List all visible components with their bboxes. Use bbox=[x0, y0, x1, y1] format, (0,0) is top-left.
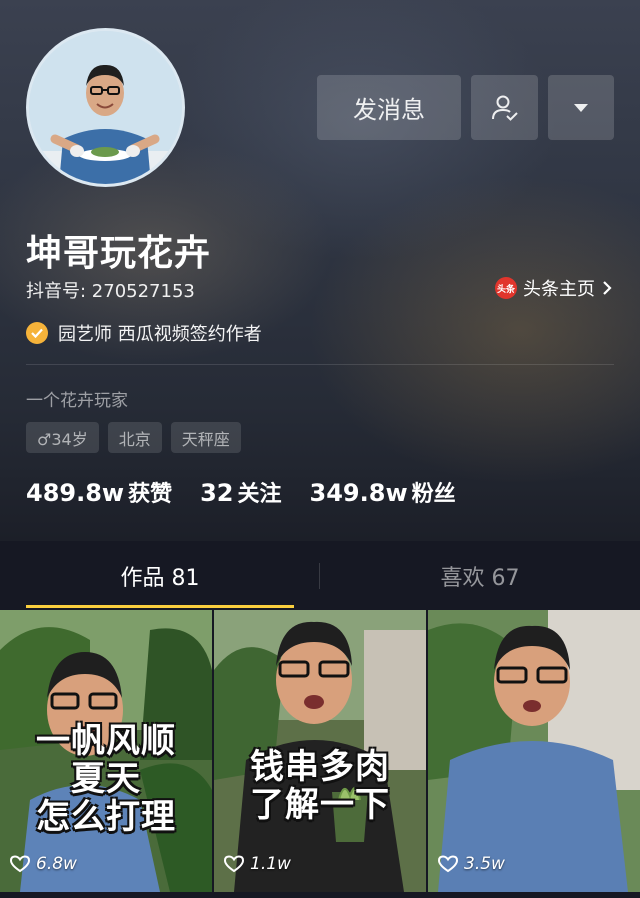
video-thumbnail[interactable]: 钱串多肉 了解一下 1.1w bbox=[214, 610, 426, 892]
heart-icon bbox=[224, 855, 244, 873]
like-count-text: 3.5w bbox=[464, 854, 505, 874]
video-thumbnail[interactable]: 3.5w bbox=[428, 610, 640, 892]
stat-value: 489.8w bbox=[26, 479, 125, 507]
tab-works[interactable]: 作品 81 bbox=[0, 541, 320, 610]
heart-icon bbox=[10, 855, 30, 873]
send-message-button[interactable]: 发消息 bbox=[317, 75, 461, 140]
chevron-right-icon bbox=[603, 281, 612, 295]
toutiao-homepage-link[interactable]: 头条 头条主页 bbox=[495, 275, 612, 301]
video-caption-line: 夏天 bbox=[71, 759, 141, 799]
verification-text: 园艺师 西瓜视频签约作者 bbox=[58, 324, 262, 345]
tag-location: 北京 bbox=[107, 422, 162, 453]
stat-following[interactable]: 32 关注 bbox=[200, 476, 281, 508]
video-thumbnail[interactable]: 一帆风顺 夏天 怎么打理 6.8w bbox=[0, 610, 212, 892]
video-like-count: 6.8w bbox=[10, 854, 77, 874]
stat-label: 关注 bbox=[237, 482, 282, 507]
video-like-count: 3.5w bbox=[438, 854, 505, 874]
send-message-label: 发消息 bbox=[353, 96, 425, 124]
tag-zodiac: 天秤座 bbox=[170, 422, 241, 453]
stat-followers[interactable]: 349.8w 粉丝 bbox=[310, 476, 456, 508]
stat-label: 获赞 bbox=[128, 482, 173, 507]
profile-stats: 489.8w 获赞 32 关注 349.8w 粉丝 bbox=[26, 476, 484, 508]
like-count-text: 6.8w bbox=[36, 854, 77, 874]
verification-badge: 园艺师 西瓜视频签约作者 bbox=[26, 320, 262, 346]
toutiao-link-label: 头条主页 bbox=[523, 279, 595, 300]
tab-likes[interactable]: 喜欢 67 bbox=[320, 541, 640, 610]
more-options-button[interactable] bbox=[548, 75, 614, 140]
user-check-icon bbox=[491, 95, 518, 121]
video-caption-line: 钱串多肉 bbox=[250, 747, 390, 787]
active-tab-indicator bbox=[26, 605, 294, 608]
video-cover-image bbox=[428, 610, 640, 892]
avatar-photo bbox=[29, 31, 182, 184]
video-caption-line: 怎么打理 bbox=[36, 797, 176, 837]
heart-icon bbox=[438, 855, 458, 873]
followed-status-button[interactable] bbox=[471, 75, 538, 140]
profile-nickname: 坤哥玩花卉 bbox=[26, 233, 212, 274]
tag-age-gender: ♂34岁 bbox=[26, 422, 99, 453]
profile-bio: 一个花卉玩家 bbox=[26, 391, 128, 411]
content-tabs: 作品 81 喜欢 67 bbox=[0, 541, 640, 610]
video-grid: 一帆风顺 夏天 怎么打理 6.8w 钱串多肉 了解一下 1.1w 3.5w bbox=[0, 610, 640, 898]
video-caption-line: 了解一下 bbox=[250, 785, 390, 825]
avatar[interactable] bbox=[26, 28, 185, 187]
stat-value: 349.8w bbox=[309, 479, 408, 507]
verified-check-icon bbox=[26, 322, 48, 344]
profile-tags: ♂34岁 北京 天秤座 bbox=[26, 422, 241, 453]
stat-value: 32 bbox=[200, 479, 234, 507]
stat-label: 粉丝 bbox=[411, 482, 456, 507]
video-like-count: 1.1w bbox=[224, 854, 291, 874]
douyin-id: 抖音号: 270527153 bbox=[26, 281, 195, 302]
toutiao-logo-icon: 头条 bbox=[495, 277, 517, 299]
caret-down-icon bbox=[574, 103, 588, 112]
like-count-text: 1.1w bbox=[250, 854, 291, 874]
video-caption-line: 一帆风顺 bbox=[36, 721, 176, 761]
stat-likes: 489.8w 获赞 bbox=[26, 476, 172, 508]
header-divider bbox=[26, 364, 614, 365]
